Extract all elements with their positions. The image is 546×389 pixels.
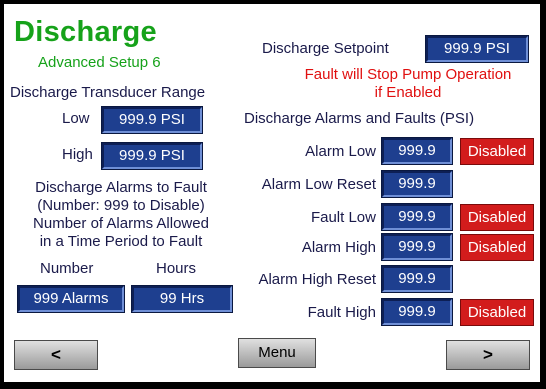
alarms-to-fault-line4: in a Time Period to Fault xyxy=(39,233,203,250)
alarm-count-value[interactable]: 999 Alarms xyxy=(17,285,125,313)
transducer-low-value[interactable]: 999.9 PSI xyxy=(101,106,203,134)
setpoint-value[interactable]: 999.9 PSI xyxy=(425,35,529,63)
alarm-high-disabled-button[interactable]: Disabled xyxy=(460,234,534,261)
setpoint-label: Discharge Setpoint xyxy=(262,40,389,57)
alarm-low-reset-label: Alarm Low Reset xyxy=(261,176,376,193)
hmi-screen: Discharge Advanced Setup 6 Discharge Set… xyxy=(4,4,540,382)
fault-low-label: Fault Low xyxy=(310,209,376,226)
hours-label: Hours xyxy=(156,260,197,277)
fault-low-disabled-button[interactable]: Disabled xyxy=(460,204,534,231)
alarm-high-reset-label: Alarm High Reset xyxy=(258,271,376,288)
alarm-hours-value[interactable]: 99 Hrs xyxy=(131,285,233,313)
fault-high-value[interactable]: 999.9 xyxy=(381,298,453,326)
alarms-faults-heading: Discharge Alarms and Faults (PSI) xyxy=(244,110,475,127)
alarms-to-fault-line3: Number of Alarms Allowed xyxy=(33,215,209,232)
alarms-to-fault-line2: (Number: 999 to Disable) xyxy=(37,197,205,214)
fault-high-disabled-button[interactable]: Disabled xyxy=(460,299,534,326)
alarm-low-value[interactable]: 999.9 xyxy=(381,137,453,165)
transducer-high-label: High xyxy=(62,146,93,163)
fault-low-value[interactable]: 999.9 xyxy=(381,203,453,231)
transducer-low-label: Low xyxy=(62,110,90,127)
page-title: Discharge xyxy=(14,16,157,48)
hmi-frame: Discharge Advanced Setup 6 Discharge Set… xyxy=(0,0,546,389)
transducer-high-value[interactable]: 999.9 PSI xyxy=(101,142,203,170)
number-label: Number xyxy=(40,260,94,277)
prev-page-button[interactable]: < xyxy=(14,340,98,370)
alarm-low-reset-value[interactable]: 999.9 xyxy=(381,170,453,198)
alarm-high-reset-value[interactable]: 999.9 xyxy=(381,265,453,293)
alarm-high-label: Alarm High xyxy=(301,239,376,256)
fault-note-line1: Fault will Stop Pump Operation xyxy=(304,66,512,83)
next-page-button[interactable]: > xyxy=(446,340,530,370)
alarms-to-fault-line1: Discharge Alarms to Fault xyxy=(35,179,207,196)
alarm-low-label: Alarm Low xyxy=(305,143,376,160)
transducer-heading: Discharge Transducer Range xyxy=(10,84,206,101)
alarm-low-disabled-button[interactable]: Disabled xyxy=(460,138,534,165)
fault-high-label: Fault High xyxy=(307,304,376,321)
fault-note-line2: if Enabled xyxy=(374,84,442,101)
menu-button[interactable]: Menu xyxy=(238,338,316,368)
alarm-high-value[interactable]: 999.9 xyxy=(381,233,453,261)
page-subtitle: Advanced Setup 6 xyxy=(38,54,161,71)
